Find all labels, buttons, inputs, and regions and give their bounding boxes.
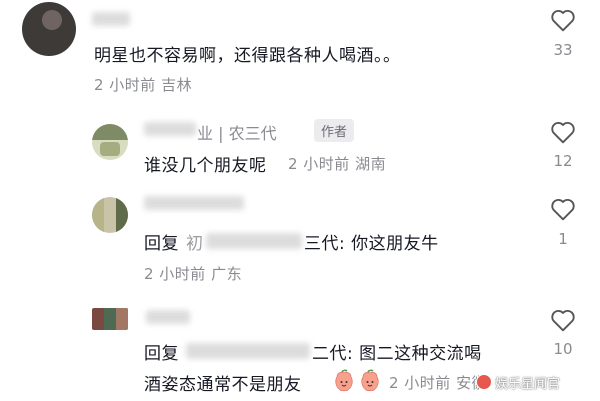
peach-emoji-icon <box>361 369 379 392</box>
like-count: 33 <box>553 41 573 59</box>
avatar[interactable] <box>22 2 76 56</box>
username-blurred[interactable] <box>144 122 196 136</box>
comment-text: 二代: 图二这种交流喝 <box>312 344 482 364</box>
reply-target-name[interactable]: 初 <box>186 229 204 254</box>
weibo-logo-icon <box>476 374 492 390</box>
reply-target-blurred[interactable] <box>206 233 302 249</box>
heart-outline-icon[interactable] <box>550 197 576 221</box>
heart-outline-icon[interactable] <box>550 308 576 332</box>
comment-meta: 2 小时前 安徽 <box>389 374 488 392</box>
comment-text: 谁没几个朋友呢 <box>144 156 267 176</box>
comment-text: 三代: 你这朋友牛 <box>304 234 439 254</box>
username-blurred[interactable] <box>92 12 130 26</box>
comment-meta: 2 小时前 广东 <box>144 265 243 283</box>
peach-emoji-icon <box>335 369 353 392</box>
comment-meta: 2 小时前 吉林 <box>94 76 193 94</box>
like-count: 12 <box>553 152 573 170</box>
like-count: 1 <box>558 230 568 248</box>
username-blurred[interactable] <box>146 310 190 324</box>
username[interactable]: 业 | 农三代 <box>197 120 277 144</box>
comment-text: 明星也不容易啊，还得跟各种人喝酒。。 <box>94 46 401 66</box>
like-count: 10 <box>553 340 573 358</box>
username-blurred[interactable] <box>144 196 244 210</box>
heart-outline-icon[interactable] <box>550 8 576 32</box>
author-badge: 作者 <box>314 119 355 142</box>
avatar[interactable] <box>92 308 128 330</box>
reply-prefix: 回复 <box>144 234 179 254</box>
comment-meta: 2 小时前 湖南 <box>288 155 387 173</box>
comment-text-line2: 酒姿态通常不是朋友 <box>144 375 302 395</box>
heart-outline-icon[interactable] <box>550 120 576 144</box>
reply-target-blurred[interactable] <box>186 343 310 359</box>
reply-prefix: 回复 <box>144 344 179 364</box>
watermark: 娱乐星闻官 <box>476 373 560 392</box>
avatar[interactable] <box>92 124 128 160</box>
watermark-text: 娱乐星闻官 <box>495 377 561 392</box>
avatar[interactable] <box>92 197 128 233</box>
